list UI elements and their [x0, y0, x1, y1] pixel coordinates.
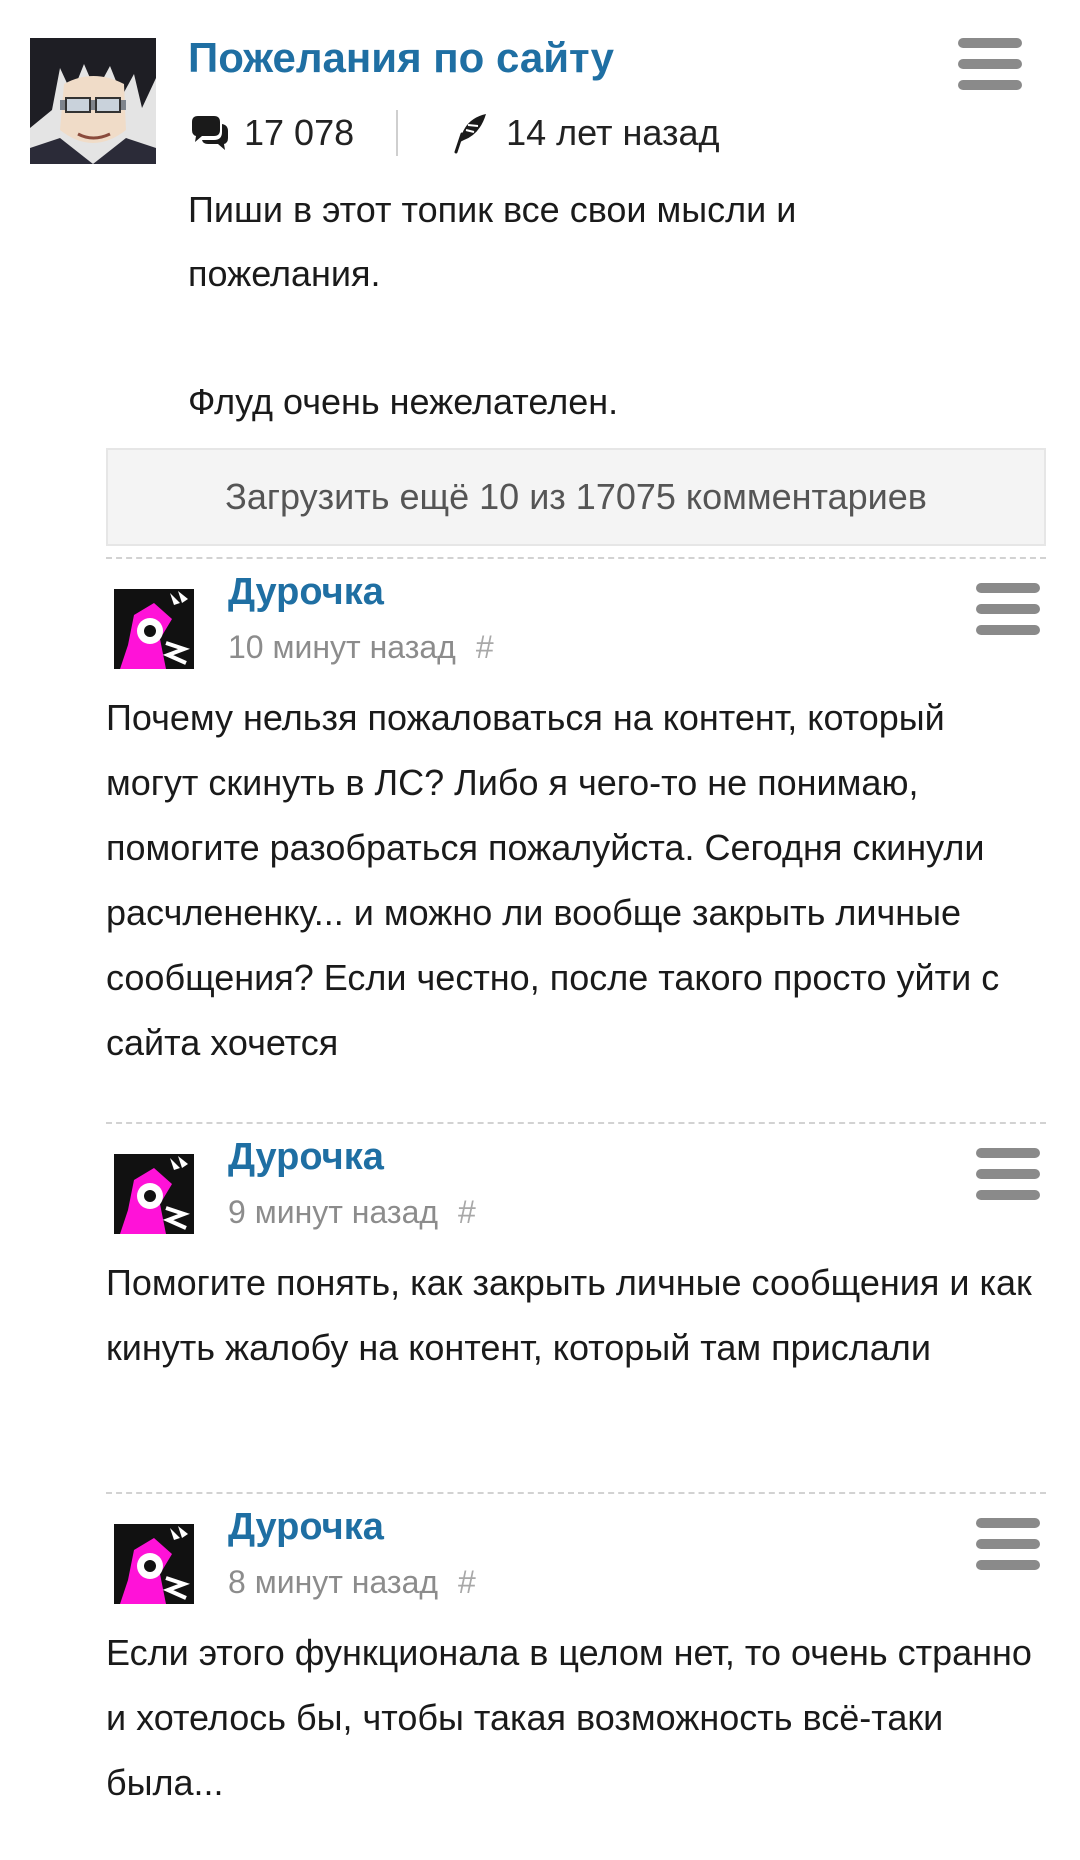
comment-author[interactable]: Дурочка — [228, 1136, 384, 1179]
avatar[interactable] — [114, 1524, 194, 1604]
comment-author[interactable]: Дурочка — [228, 571, 384, 614]
topic-menu-button[interactable] — [958, 36, 1022, 92]
avatar[interactable] — [114, 589, 194, 669]
comment: Дурочка 8 минут назад # Если этого функци… — [106, 1492, 1046, 1860]
feather-quill-icon — [454, 114, 487, 154]
comment-menu-button[interactable] — [976, 581, 1040, 637]
comment-permalink[interactable]: # — [458, 1194, 476, 1230]
comment-permalink[interactable]: # — [458, 1564, 476, 1600]
comment: Дурочка 9 минут назад # Помогите понять, … — [106, 1122, 1046, 1472]
topic-age: 14 лет назад — [506, 112, 720, 153]
topic-meta: 17 078 14 лет назад — [188, 108, 720, 158]
comment-text: Если этого функционала в целом нет, то о… — [106, 1632, 1032, 1803]
comment-timestamp: 10 минут назад # — [228, 629, 494, 666]
topic-description: Пиши в этот топик все свои мысли и пожел… — [188, 178, 948, 434]
meta-divider — [396, 110, 399, 156]
comment-permalink[interactable]: # — [476, 629, 494, 665]
comment-timestamp: 8 минут назад # — [228, 1564, 476, 1601]
comment-author[interactable]: Дурочка — [228, 1506, 384, 1549]
comment-menu-button[interactable] — [976, 1146, 1040, 1202]
avatar[interactable] — [114, 1154, 194, 1234]
topic-title[interactable]: Пожелания по сайту — [188, 34, 614, 82]
comment-time[interactable]: 10 минут назад — [228, 629, 456, 665]
topic-author-avatar[interactable] — [30, 38, 156, 164]
topic-body-paragraph: Флуд очень нежелателен. — [188, 381, 619, 422]
load-more-comments-button[interactable]: Загрузить ещё 10 из 17075 комментариев — [106, 448, 1046, 546]
comment: Дурочка 10 минут назад # Почему нельзя по… — [106, 557, 1046, 1099]
comment-time[interactable]: 9 минут назад — [228, 1194, 438, 1230]
topic-header: Пожелания по сайту 17 078 14 лет назад П… — [0, 0, 1080, 440]
speech-bubbles-icon — [192, 116, 228, 150]
comment-timestamp: 9 минут назад # — [228, 1194, 476, 1231]
topic-body-paragraph: Пиши в этот топик все свои мысли и пожел… — [188, 189, 797, 294]
topic-comment-count: 17 078 — [244, 112, 355, 153]
comment-menu-button[interactable] — [976, 1516, 1040, 1572]
comment-text: Почему нельзя пожаловаться на контент, к… — [106, 697, 1000, 1063]
comment-text: Помогите понять, как закрыть личные сооб… — [106, 1262, 1032, 1368]
comment-time[interactable]: 8 минут назад — [228, 1564, 438, 1600]
